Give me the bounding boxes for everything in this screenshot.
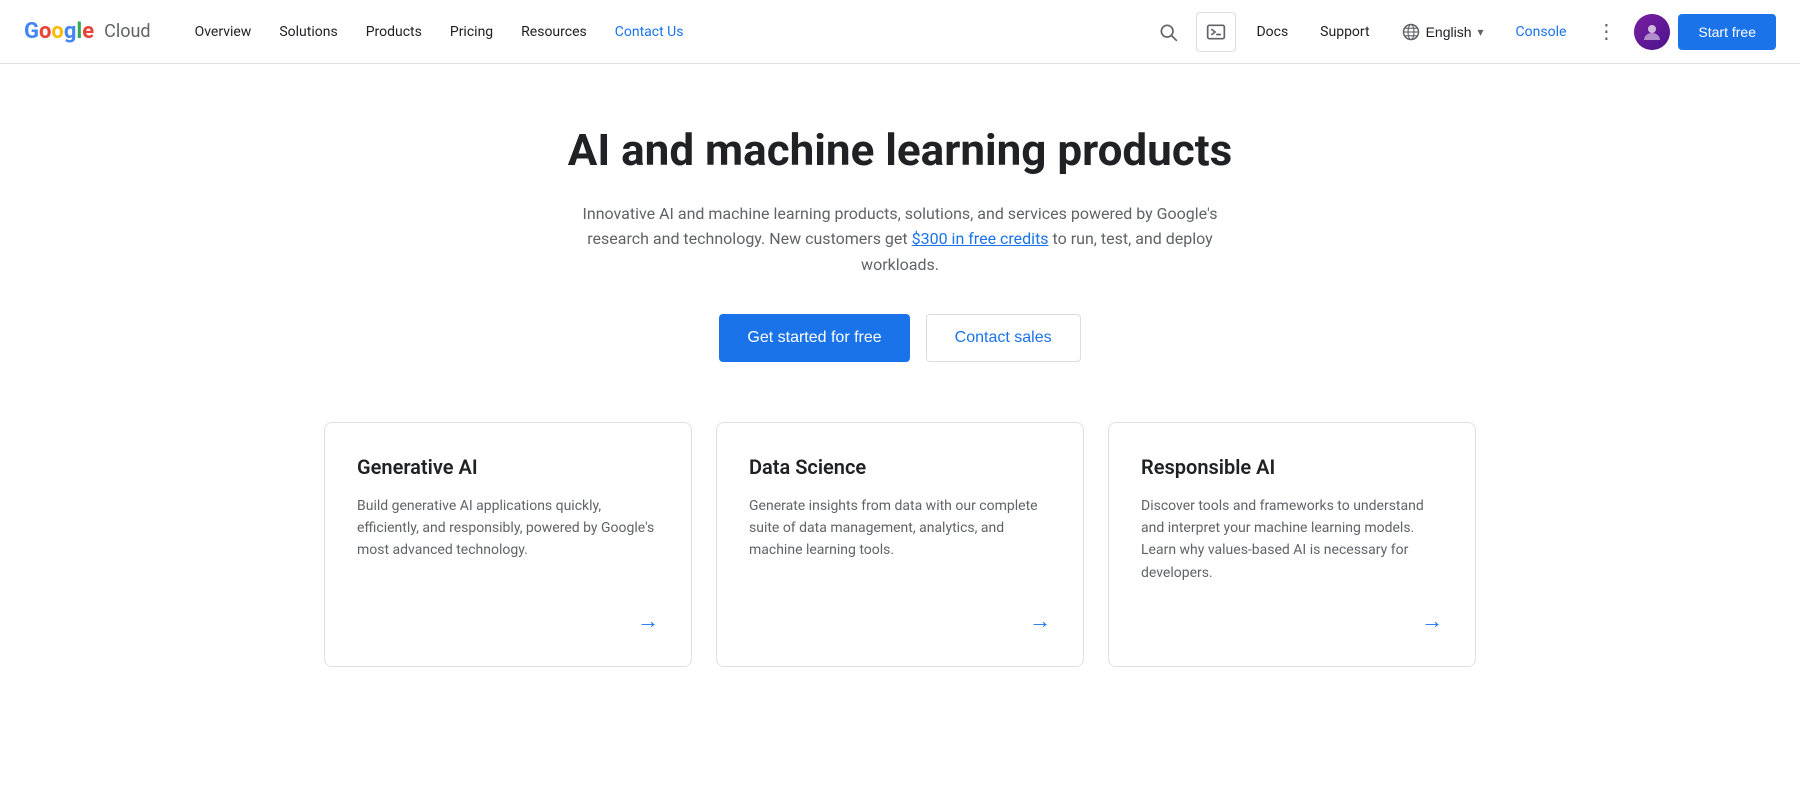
hero-buttons: Get started for free Contact sales <box>324 314 1476 362</box>
card-data-science-title: Data Science <box>749 455 1051 479</box>
main-content: AI and machine learning products Innovat… <box>300 64 1500 707</box>
card-generative-ai-description: Build generative AI applications quickly… <box>357 495 659 585</box>
console-link[interactable]: Console <box>1504 16 1579 48</box>
nav-link-support[interactable]: Support <box>1308 16 1381 48</box>
google-cloud-logo[interactable]: Google Cloud <box>24 19 151 44</box>
nav-link-solutions[interactable]: Solutions <box>267 16 349 48</box>
card-generative-ai-title: Generative AI <box>357 455 659 479</box>
logo-letter-o2: o <box>51 19 63 44</box>
logo-letter-o1: o <box>39 19 51 44</box>
navbar: Google Cloud Overview Solutions Products… <box>0 0 1800 64</box>
credits-link[interactable]: $300 in free credits <box>912 229 1049 248</box>
hero-title: AI and machine learning products <box>324 124 1476 177</box>
card-generative-ai: Generative AI Build generative AI applic… <box>324 422 692 668</box>
language-selector[interactable]: English ▾ <box>1390 17 1496 47</box>
google-wordmark: Google <box>24 19 94 44</box>
terminal-icon <box>1206 22 1226 42</box>
search-button[interactable] <box>1148 12 1188 52</box>
card-responsible-ai: Responsible AI Discover tools and framew… <box>1108 422 1476 668</box>
nav-link-resources[interactable]: Resources <box>509 16 599 48</box>
nav-link-docs[interactable]: Docs <box>1244 16 1300 48</box>
card-data-science: Data Science Generate insights from data… <box>716 422 1084 668</box>
terminal-button[interactable] <box>1196 12 1236 52</box>
avatar-image <box>1634 14 1670 50</box>
cloud-label: Cloud <box>104 21 150 42</box>
logo-letter-g2: g <box>64 19 77 44</box>
globe-icon <box>1402 23 1420 41</box>
get-started-button[interactable]: Get started for free <box>719 314 909 362</box>
user-avatar[interactable] <box>1634 14 1670 50</box>
more-icon: ⋮ <box>1596 19 1616 44</box>
card-generative-ai-arrow[interactable]: → <box>357 608 659 634</box>
card-responsible-ai-title: Responsible AI <box>1141 455 1443 479</box>
logo-letter-e: e <box>82 19 94 44</box>
chevron-down-icon: ▾ <box>1478 25 1484 39</box>
language-label: English <box>1426 24 1472 40</box>
card-data-science-arrow[interactable]: → <box>749 608 1051 634</box>
search-icon <box>1158 22 1178 42</box>
logo-letter-g1: G <box>24 19 39 44</box>
card-data-science-description: Generate insights from data with our com… <box>749 495 1051 585</box>
card-responsible-ai-description: Discover tools and frameworks to underst… <box>1141 495 1443 585</box>
contact-sales-button[interactable]: Contact sales <box>926 314 1081 362</box>
nav-link-contact-us[interactable]: Contact Us <box>603 16 696 48</box>
nav-right: Docs Support English ▾ Console ⋮ <box>1148 12 1776 52</box>
cards-section: Generative AI Build generative AI applic… <box>324 422 1476 668</box>
start-free-button[interactable]: Start free <box>1678 14 1776 50</box>
nav-link-pricing[interactable]: Pricing <box>438 16 505 48</box>
nav-link-overview[interactable]: Overview <box>183 16 264 48</box>
card-responsible-ai-arrow[interactable]: → <box>1141 608 1443 634</box>
nav-link-products[interactable]: Products <box>354 16 434 48</box>
more-options-button[interactable]: ⋮ <box>1586 12 1626 52</box>
hero-description: Innovative AI and machine learning produ… <box>550 201 1250 278</box>
nav-links: Overview Solutions Products Pricing Reso… <box>183 16 1149 48</box>
hero-section: AI and machine learning products Innovat… <box>324 124 1476 362</box>
